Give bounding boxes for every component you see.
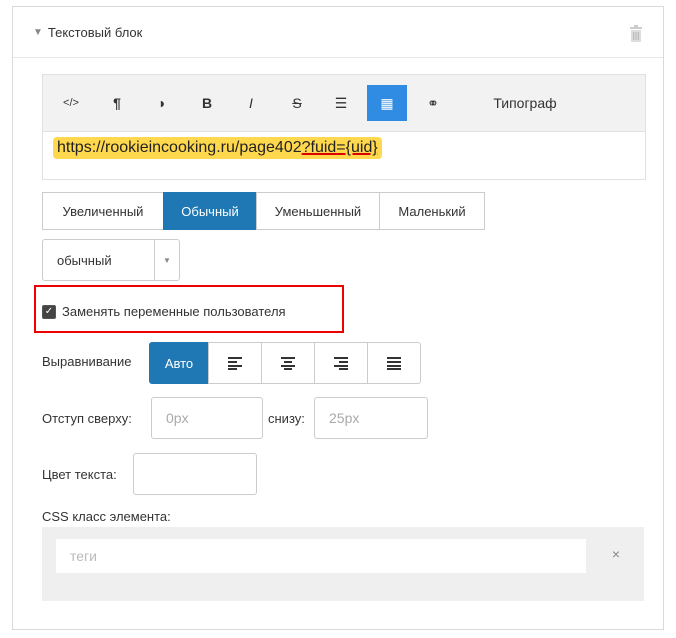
panel-title[interactable]: ▼ Текстовый блок bbox=[33, 25, 142, 40]
trash-icon[interactable] bbox=[629, 25, 643, 42]
contrast-button[interactable]: ◑ bbox=[143, 85, 179, 121]
list-button[interactable]: ☰ bbox=[323, 85, 359, 121]
editor-content[interactable]: https://rookieincooking.ru/page402?fuid=… bbox=[53, 137, 382, 159]
text-block-panel: ▼ Текстовый блок </> ¶ ◑ B I S ☰ ▦ ⚭ Тип… bbox=[12, 6, 664, 630]
close-icon[interactable]: × bbox=[612, 546, 620, 562]
replace-vars-checkbox[interactable]: ✓ bbox=[42, 304, 56, 319]
panel-title-label: Текстовый блок bbox=[47, 25, 143, 40]
margin-top-label: Отступ сверху: bbox=[42, 411, 132, 426]
text-color-label: Цвет текста: bbox=[42, 467, 117, 482]
editor-toolbar: </> ¶ ◑ B I S ☰ ▦ ⚭ Типограф bbox=[43, 75, 645, 132]
editor-url-param: ?fuid={uid} bbox=[301, 139, 378, 156]
align-justify-button[interactable] bbox=[367, 342, 421, 384]
align-center-icon bbox=[281, 357, 295, 370]
link-button[interactable]: ⚭ bbox=[415, 85, 451, 121]
size-reduced-button[interactable]: Уменьшенный bbox=[256, 192, 380, 230]
typograph-button[interactable]: Типограф bbox=[475, 85, 575, 121]
font-weight-select[interactable]: обычный ▼ bbox=[42, 239, 180, 281]
editor-url: https://rookieincooking.ru/page402 bbox=[57, 139, 302, 156]
align-right-button[interactable] bbox=[314, 342, 368, 384]
chevron-down-icon[interactable]: ▼ bbox=[33, 27, 43, 38]
table-button[interactable]: ▦ bbox=[367, 85, 407, 121]
css-class-box: теги × bbox=[42, 527, 644, 601]
strike-button[interactable]: S bbox=[279, 85, 315, 121]
paragraph-button[interactable]: ¶ bbox=[99, 85, 135, 121]
align-right-icon bbox=[334, 357, 348, 370]
alignment-label: Выравнивание bbox=[42, 354, 132, 369]
font-weight-value: обычный bbox=[57, 253, 112, 268]
replace-vars-option[interactable]: ✓ Заменять переменные пользователя bbox=[42, 304, 286, 319]
align-left-button[interactable] bbox=[208, 342, 262, 384]
css-class-label: CSS класс элемента: bbox=[42, 509, 171, 524]
size-small-button[interactable]: Маленький bbox=[379, 192, 485, 230]
italic-button[interactable]: I bbox=[233, 85, 269, 121]
margin-bottom-input[interactable]: 25px bbox=[314, 397, 428, 439]
rich-text-editor[interactable]: </> ¶ ◑ B I S ☰ ▦ ⚭ Типограф https://roo… bbox=[42, 74, 646, 180]
align-justify-icon bbox=[387, 357, 401, 370]
caret-down-icon[interactable]: ▼ bbox=[154, 240, 179, 280]
text-color-input[interactable] bbox=[133, 453, 257, 495]
margin-bottom-label: снизу: bbox=[268, 411, 305, 426]
alignment-button-group: Авто bbox=[149, 342, 421, 384]
size-enlarged-button[interactable]: Увеличенный bbox=[42, 192, 164, 230]
css-tags-input[interactable]: теги bbox=[56, 539, 586, 573]
panel-header[interactable]: ▼ Текстовый блок bbox=[13, 7, 663, 58]
bold-button[interactable]: B bbox=[189, 85, 225, 121]
align-left-icon bbox=[228, 357, 242, 370]
replace-vars-label: Заменять переменные пользователя bbox=[62, 304, 286, 319]
align-center-button[interactable] bbox=[261, 342, 315, 384]
size-normal-button[interactable]: Обычный bbox=[163, 192, 257, 230]
size-button-group: Увеличенный Обычный Уменьшенный Маленьки… bbox=[42, 192, 485, 230]
margin-top-input[interactable]: 0px bbox=[151, 397, 263, 439]
align-auto-button[interactable]: Авто bbox=[149, 342, 209, 384]
code-button[interactable]: </> bbox=[53, 85, 89, 121]
